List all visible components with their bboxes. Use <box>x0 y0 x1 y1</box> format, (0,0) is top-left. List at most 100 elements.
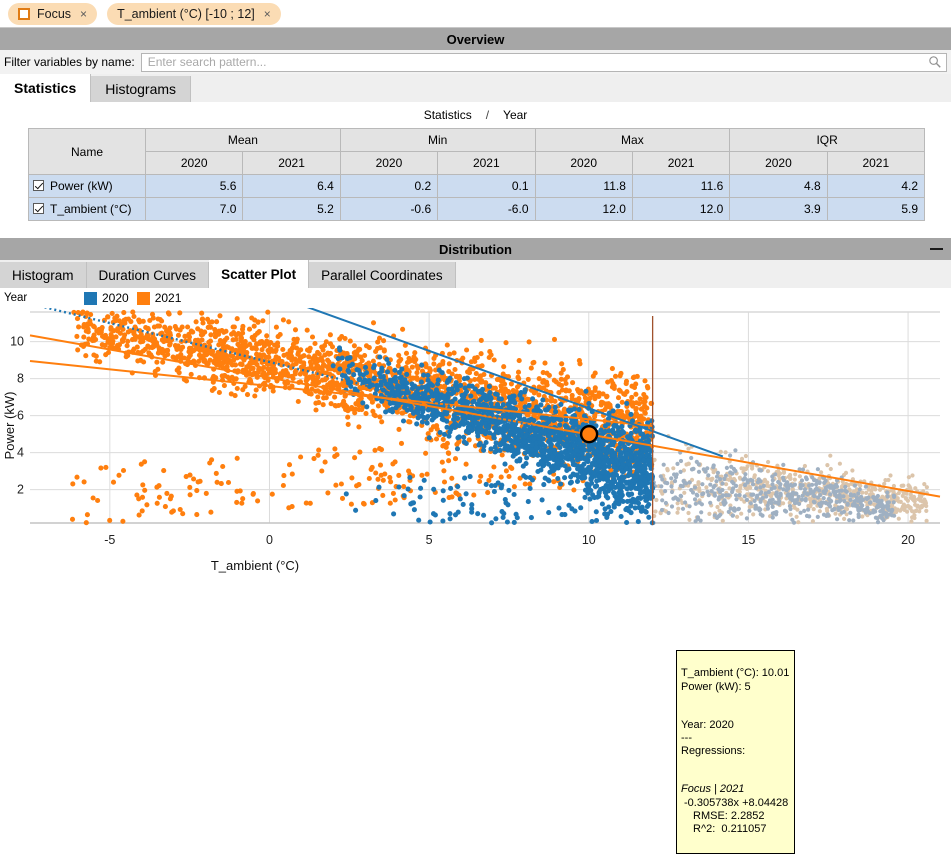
row-name-cell[interactable]: T_ambient (°C) <box>29 198 146 221</box>
x-tick-label: 20 <box>901 533 915 547</box>
legend-item-2021[interactable]: 2021 <box>137 291 182 305</box>
tab-duration-curves[interactable]: Duration Curves <box>87 262 210 288</box>
filter-label: Filter variables by name: <box>4 55 135 69</box>
y-tick-label: 10 <box>10 335 24 349</box>
table-row[interactable]: Power (kW) 5.6 6.4 0.2 0.1 11.8 11.6 4.8… <box>29 175 925 198</box>
cell-mean-2020: 5.6 <box>146 175 243 198</box>
y-tick-label: 8 <box>17 372 24 386</box>
chip-focus[interactable]: Focus × <box>8 3 97 25</box>
column-group-iqr[interactable]: IQR <box>730 129 925 152</box>
cell-iqr-2020: 3.9 <box>730 198 827 221</box>
cell-max-2021: 12.0 <box>632 198 729 221</box>
overview-tabs: Statistics Histograms <box>0 74 951 102</box>
cell-mean-2020: 7.0 <box>146 198 243 221</box>
distribution-tabs: Histogram Duration Curves Scatter Plot P… <box>0 260 951 288</box>
stats-heading: Statistics / Year <box>0 102 951 128</box>
x-tick-label: 10 <box>582 533 596 547</box>
chip-focus-label: Focus <box>37 7 71 21</box>
column-header-iqr-2020[interactable]: 2020 <box>730 152 827 175</box>
tooltip-line-2: Power (kW): 5 <box>681 681 751 693</box>
cell-iqr-2020: 4.8 <box>730 175 827 198</box>
column-header-iqr-2021[interactable]: 2021 <box>827 152 924 175</box>
x-tick-label: -5 <box>104 533 115 547</box>
orange-square-icon <box>18 8 30 20</box>
tooltip-line-6: Regressions: <box>681 745 745 757</box>
y-tick-label: 4 <box>17 446 24 460</box>
stats-heading-left: Statistics <box>424 108 472 122</box>
tab-histogram[interactable]: Histogram <box>0 262 87 288</box>
tooltip-regression-name: Focus | 2021 <box>681 783 744 795</box>
tooltip-line-4: Year: 2020 <box>681 719 734 731</box>
row-label: T_ambient (°C) <box>50 202 132 216</box>
row-name-cell[interactable]: Power (kW) <box>29 175 146 198</box>
scatter-plot-chart[interactable]: 2 4 6 8 10 -5 0 5 10 15 20 T_ambient (°C) Power (kW)… <box>0 308 951 580</box>
x-tick-label: 5 <box>426 533 433 547</box>
tooltip-line-1: T_ambient (°C): 10.01 <box>681 667 789 679</box>
column-header-name[interactable]: Name <box>29 129 146 175</box>
row-checkbox[interactable] <box>33 203 44 214</box>
tooltip-rmse: RMSE: 2.2852 <box>681 810 765 822</box>
cell-iqr-2021: 5.9 <box>827 198 924 221</box>
column-group-max[interactable]: Max <box>535 129 730 152</box>
row-checkbox[interactable] <box>33 180 44 191</box>
column-group-mean[interactable]: Mean <box>146 129 341 152</box>
filter-row: Filter variables by name: <box>0 50 951 74</box>
column-header-mean-2020[interactable]: 2020 <box>146 152 243 175</box>
legend-label-2020: 2020 <box>102 291 129 305</box>
y-tick-label: 6 <box>17 409 24 423</box>
column-header-min-2020[interactable]: 2020 <box>340 152 437 175</box>
chart-legend: Year 2020 2021 <box>0 288 951 308</box>
column-header-max-2021[interactable]: 2021 <box>632 152 729 175</box>
cell-iqr-2021: 4.2 <box>827 175 924 198</box>
legend-swatch-2020 <box>84 292 97 305</box>
tab-parallel-coordinates[interactable]: Parallel Coordinates <box>309 262 456 288</box>
x-tick-label: 15 <box>741 533 755 547</box>
x-tick-label: 0 <box>266 533 273 547</box>
x-axis-title: T_ambient (°C) <box>211 558 299 573</box>
cell-max-2020: 11.8 <box>535 175 632 198</box>
cell-mean-2021: 6.4 <box>243 175 340 198</box>
cell-min-2020: 0.2 <box>340 175 437 198</box>
tab-scatter-plot[interactable]: Scatter Plot <box>209 260 309 288</box>
cell-min-2021: 0.1 <box>438 175 535 198</box>
stats-heading-right: Year <box>503 108 527 122</box>
search-icon[interactable] <box>928 55 942 69</box>
table-group-header-row: Name Mean Min Max IQR <box>29 129 925 152</box>
column-header-min-2021[interactable]: 2021 <box>438 152 535 175</box>
tab-statistics[interactable]: Statistics <box>0 74 91 102</box>
scatter-plot-svg[interactable]: 2 4 6 8 10 -5 0 5 10 15 20 T_ambient (°C) Power (kW) <box>0 308 951 580</box>
column-header-mean-2021[interactable]: 2021 <box>243 152 340 175</box>
table-year-header-row: 2020 2021 2020 2021 2020 2021 2020 2021 <box>29 152 925 175</box>
column-header-max-2020[interactable]: 2020 <box>535 152 632 175</box>
y-tick-label: 2 <box>17 483 24 497</box>
close-icon[interactable]: × <box>80 7 87 21</box>
tab-histograms[interactable]: Histograms <box>91 76 191 102</box>
legend-label-2021: 2021 <box>155 291 182 305</box>
search-field-wrapper[interactable] <box>141 53 947 72</box>
distribution-title: Distribution <box>439 242 512 257</box>
minimize-icon[interactable] <box>930 248 943 250</box>
stats-heading-separator: / <box>486 108 489 122</box>
cell-max-2021: 11.6 <box>632 175 729 198</box>
overview-panel-header: Overview <box>0 28 951 50</box>
chip-t-ambient-label: T_ambient (°C) [-10 ; 12] <box>117 7 255 21</box>
cell-max-2020: 12.0 <box>535 198 632 221</box>
search-input[interactable] <box>146 54 928 70</box>
cell-min-2020: -0.6 <box>340 198 437 221</box>
close-icon[interactable]: × <box>264 7 271 21</box>
chip-t-ambient[interactable]: T_ambient (°C) [-10 ; 12] × <box>107 3 281 25</box>
legend-swatch-2021 <box>137 292 150 305</box>
distribution-panel-header: Distribution <box>0 238 951 260</box>
filter-chip-bar: Focus × T_ambient (°C) [-10 ; 12] × <box>0 0 951 28</box>
legend-item-2020[interactable]: 2020 <box>84 291 129 305</box>
cell-min-2021: -6.0 <box>438 198 535 221</box>
chart-tooltip: T_ambient (°C): 10.01 Power (kW): 5 Year… <box>676 650 795 854</box>
table-row[interactable]: T_ambient (°C) 7.0 5.2 -0.6 -6.0 12.0 12… <box>29 198 925 221</box>
column-group-min[interactable]: Min <box>340 129 535 152</box>
row-label: Power (kW) <box>50 179 113 193</box>
y-axis-title: Power (kW) <box>2 392 17 460</box>
tooltip-line-5: --- <box>681 732 692 744</box>
tooltip-regression-equation: -0.305738x +8.04428 <box>681 797 788 809</box>
legend-title: Year <box>4 292 76 304</box>
statistics-table: Name Mean Min Max IQR 2020 2021 2020 202… <box>28 128 925 221</box>
